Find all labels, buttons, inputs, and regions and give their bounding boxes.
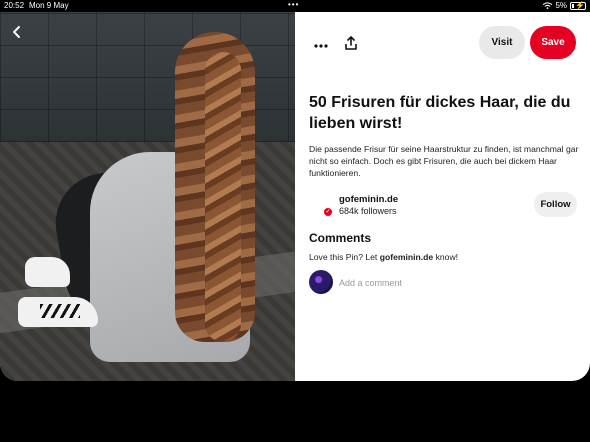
status-time: 20:52	[4, 1, 25, 10]
multitasking-dots-icon[interactable]: •••	[288, 0, 299, 9]
visit-button[interactable]: Visit	[479, 26, 525, 59]
status-bar: 20:52 Mon 9 May ••• 5% ⚡	[0, 0, 590, 12]
save-button[interactable]: Save	[530, 26, 576, 59]
image-sneaker	[25, 257, 70, 287]
chevron-left-icon	[13, 26, 20, 38]
source-row: ✓ gofeminin.de 684k followers Follow	[309, 192, 579, 222]
comments-prompt-name: gofeminin.de	[379, 252, 434, 262]
status-date: Mon 9 May	[29, 1, 69, 10]
pin-details-panel: Visit Save 50 Frisuren für dickes Haar, …	[295, 12, 590, 381]
source-followers: 684k followers	[339, 206, 397, 216]
pin-image[interactable]	[0, 12, 295, 381]
share-icon	[345, 36, 357, 50]
battery-icon: ⚡	[570, 1, 586, 10]
ellipsis-icon	[314, 44, 328, 48]
comments-prompt-suffix: know!	[433, 252, 459, 262]
image-braid-right	[205, 52, 241, 342]
share-button[interactable]	[345, 36, 357, 50]
pin-description: Die passende Frisur für seine Haarstrukt…	[309, 144, 579, 178]
more-options-button[interactable]	[314, 36, 328, 52]
follow-button[interactable]: Follow	[534, 192, 577, 217]
comments-prompt: Love this Pin? Let gofeminin.de know!	[309, 252, 458, 262]
user-avatar	[309, 270, 333, 294]
comments-prompt-prefix: Love this Pin? Let	[309, 252, 380, 262]
image-sneaker-stripes	[40, 304, 80, 318]
status-right: 5% ⚡	[543, 1, 586, 10]
wifi-icon	[543, 2, 553, 9]
battery-percent: 5%	[555, 1, 567, 10]
pin-title: 50 Frisuren für dickes Haar, die du lieb…	[309, 94, 571, 132]
back-button[interactable]	[10, 24, 28, 42]
pin-card: Visit Save 50 Frisuren für dickes Haar, …	[0, 12, 590, 381]
comment-input[interactable]	[339, 276, 539, 290]
comments-heading: Comments	[309, 231, 372, 245]
verified-check-icon: ✓	[324, 208, 332, 216]
source-name[interactable]: gofeminin.de	[339, 194, 398, 205]
